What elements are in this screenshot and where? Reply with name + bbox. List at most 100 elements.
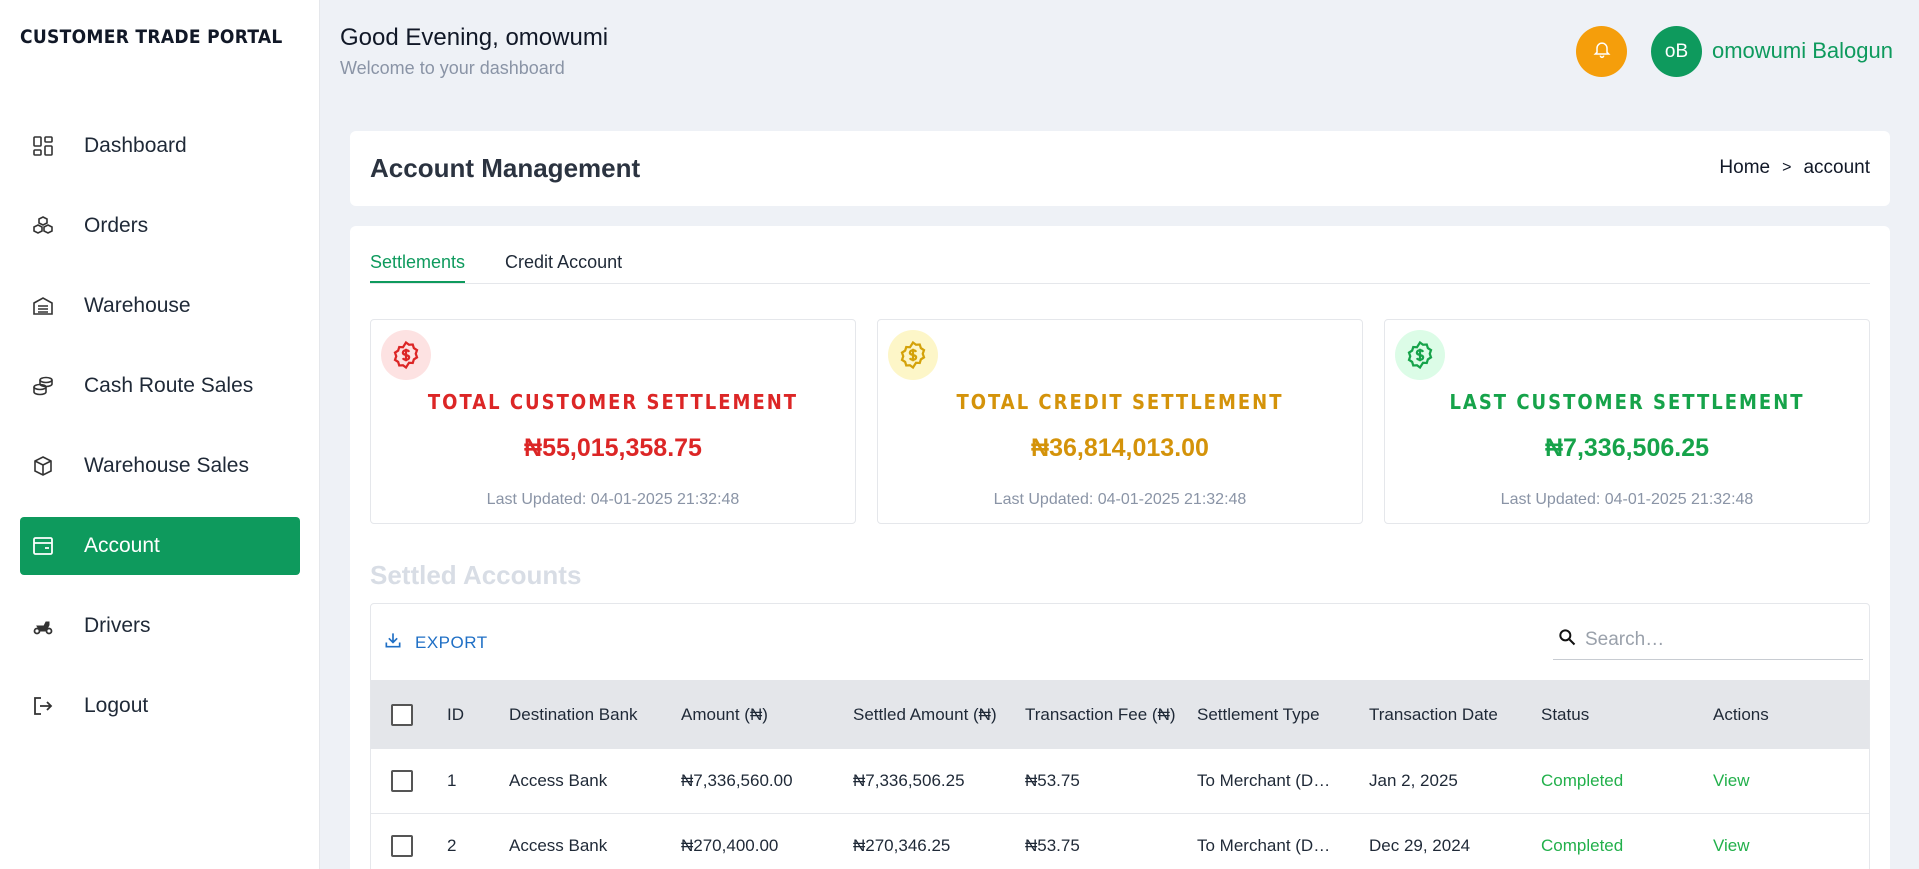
table-row: 2 Access Bank ₦270,400.00 ₦270,346.25 ₦5…: [371, 814, 1869, 869]
tab-bar: Settlements Credit Account: [370, 248, 1870, 284]
breadcrumb-separator: >: [1782, 159, 1792, 176]
account-panel: Settlements Credit Account TOTAL CUSTOME…: [350, 226, 1890, 869]
page-header-card: Account Management Home > account: [350, 131, 1890, 206]
cell-amount: ₦7,336,560.00: [681, 771, 793, 790]
column-header-settled-amount[interactable]: Settled Amount (₦): [853, 680, 997, 749]
stat-title: TOTAL CUSTOMER SETTLEMENT: [427, 390, 799, 414]
tab-settlements[interactable]: Settlements: [370, 248, 466, 283]
stat-value: ₦36,814,013.00: [1031, 434, 1209, 462]
sidebar-item-label: Warehouse Sales: [84, 454, 249, 477]
row-checkbox[interactable]: [391, 770, 413, 792]
export-label: EXPORT: [415, 632, 488, 652]
column-header-id[interactable]: ID: [447, 680, 464, 749]
sidebar-item-dashboard[interactable]: Dashboard: [20, 117, 300, 175]
view-link[interactable]: View: [1713, 814, 1750, 869]
select-all-checkbox[interactable]: [391, 703, 413, 726]
stat-updated: Last Updated: 04-01-2025 21:32:48: [1500, 491, 1754, 508]
sidebar-item-label: Logout: [84, 694, 149, 717]
column-header-destination-bank[interactable]: Destination Bank: [509, 680, 638, 749]
cell-fee: ₦53.75: [1025, 771, 1080, 790]
cell-bank: Access Bank: [509, 836, 608, 855]
brand-logo: CUSTOMER TRADE PORTAL: [20, 26, 283, 48]
stat-card-total-customer-settlement: TOTAL CUSTOMER SETTLEMENT ₦55,015,358.75…: [370, 319, 856, 524]
boxes-icon: [30, 213, 56, 239]
bell-icon: [1592, 39, 1612, 64]
sidebar-item-warehouse[interactable]: Warehouse: [20, 277, 300, 335]
notification-button[interactable]: [1576, 26, 1627, 77]
sidebar-item-account[interactable]: Account: [20, 517, 300, 575]
greeting: Good Evening, omowumi: [340, 24, 609, 51]
column-header-transaction-date[interactable]: Transaction Date: [1369, 680, 1498, 749]
sidebar-item-warehouse-sales[interactable]: Warehouse Sales: [20, 437, 300, 495]
warehouse-icon: [30, 293, 56, 319]
cell-id: 1: [447, 771, 457, 790]
sidebar-item-label: Dashboard: [84, 134, 187, 157]
table-header: ID Destination Bank Amount (₦) Settled A…: [371, 680, 1869, 749]
cell-id: 2: [447, 836, 457, 855]
stat-title: LAST CUSTOMER SETTLEMENT: [1449, 390, 1805, 414]
avatar[interactable]: oB: [1651, 26, 1702, 77]
section-title: Settled Accounts: [370, 560, 582, 590]
stat-value: ₦7,336,506.25: [1544, 434, 1710, 462]
user-name[interactable]: omowumi Balogun: [1712, 38, 1893, 64]
sidebar: CUSTOMER TRADE PORTAL Dashboard Orders W…: [0, 0, 320, 869]
cell-date: Dec 29, 2024: [1369, 836, 1471, 855]
cell-settlement-type: To Merchant (D…: [1197, 836, 1331, 855]
column-header-transaction-fee[interactable]: Transaction Fee (₦): [1025, 680, 1176, 749]
row-checkbox-cell[interactable]: [391, 814, 413, 869]
package-icon: [30, 453, 56, 479]
sidebar-item-orders[interactable]: Orders: [20, 197, 300, 255]
stat-title: TOTAL CREDIT SETTLEMENT: [956, 390, 1284, 414]
column-header-amount[interactable]: Amount (₦): [681, 680, 768, 749]
search-input[interactable]: [1585, 628, 1845, 651]
stat-card-last-customer-settlement: LAST CUSTOMER SETTLEMENT ₦7,336,506.25 L…: [1384, 319, 1870, 524]
table-row: 1 Access Bank ₦7,336,560.00 ₦7,336,506.2…: [371, 749, 1869, 814]
cell-fee: ₦53.75: [1025, 836, 1080, 855]
export-button[interactable]: EXPORT: [383, 630, 488, 655]
sidebar-item-cash-route-sales[interactable]: Cash Route Sales: [20, 357, 300, 415]
wallet-icon: [30, 533, 56, 559]
tab-credit-account[interactable]: Credit Account: [505, 248, 622, 283]
dollar-badge-icon: [888, 330, 938, 380]
search-box[interactable]: [1553, 620, 1863, 660]
cell-settlement-type: To Merchant (D…: [1197, 771, 1331, 790]
settled-accounts-table: EXPORT ID Destination Bank Amount (₦) Se…: [370, 603, 1870, 869]
sidebar-item-label: Orders: [84, 214, 149, 237]
status-badge: Completed: [1541, 771, 1624, 790]
cell-settled-amount: ₦270,346.25: [853, 836, 951, 855]
sidebar-item-drivers[interactable]: Drivers: [20, 597, 300, 655]
sidebar-item-label: Cash Route Sales: [84, 374, 254, 397]
breadcrumb: Home > account: [1719, 157, 1870, 179]
stat-updated: Last Updated: 04-01-2025 21:32:48: [486, 491, 740, 508]
sidebar-item-label: Account: [84, 534, 160, 557]
row-checkbox-cell[interactable]: [391, 749, 413, 813]
dashboard-icon: [30, 133, 56, 159]
logout-icon: [30, 693, 56, 719]
download-icon: [383, 630, 403, 655]
dollar-badge-icon: [381, 330, 431, 380]
sidebar-item-label: Drivers: [84, 614, 151, 637]
sidebar-item-logout[interactable]: Logout: [20, 677, 300, 735]
column-header-status[interactable]: Status: [1541, 680, 1589, 749]
welcome-text: Welcome to your dashboard: [340, 58, 565, 78]
coins-icon: [30, 373, 56, 399]
stat-updated: Last Updated: 04-01-2025 21:32:48: [993, 491, 1247, 508]
view-link[interactable]: View: [1713, 749, 1750, 813]
cell-amount: ₦270,400.00: [681, 836, 779, 855]
breadcrumb-current: account: [1803, 157, 1870, 178]
sidebar-item-label: Warehouse: [84, 294, 191, 317]
stat-value: ₦55,015,358.75: [524, 434, 702, 462]
column-header-settlement-type[interactable]: Settlement Type: [1197, 680, 1320, 749]
page-title: Account Management: [370, 153, 641, 183]
breadcrumb-home[interactable]: Home: [1719, 157, 1770, 179]
select-all-checkbox-cell[interactable]: [391, 680, 413, 749]
search-icon: [1557, 627, 1577, 652]
status-badge: Completed: [1541, 836, 1624, 855]
cell-bank: Access Bank: [509, 771, 608, 790]
scooter-icon: [30, 613, 56, 639]
cell-date: Jan 2, 2025: [1369, 771, 1458, 790]
stat-card-total-credit-settlement: TOTAL CREDIT SETTLEMENT ₦36,814,013.00 L…: [877, 319, 1363, 524]
column-header-actions: Actions: [1713, 704, 1769, 724]
dollar-badge-icon: [1395, 330, 1445, 380]
row-checkbox[interactable]: [391, 835, 413, 857]
